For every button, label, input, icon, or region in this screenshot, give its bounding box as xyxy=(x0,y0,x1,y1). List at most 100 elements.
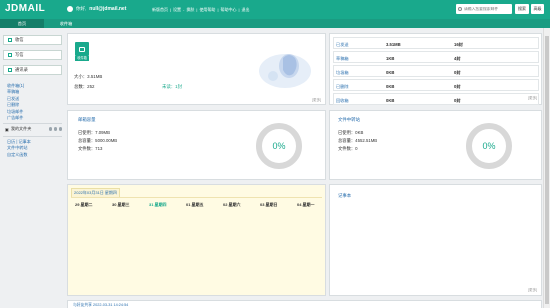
file-quota-percent: 0% xyxy=(482,141,495,151)
tab-bar: 首页 收件箱 xyxy=(0,19,550,28)
tab-home[interactable]: 首页 xyxy=(0,19,44,28)
compose-label: 写信 xyxy=(15,52,24,57)
divider xyxy=(3,123,62,124)
link-settings[interactable]: 设置 xyxy=(173,7,181,13)
notes-panel: 记事本 [更多] xyxy=(329,184,542,296)
stats-more-link[interactable]: [更多] xyxy=(528,96,537,101)
profile-more-link[interactable]: [更多] xyxy=(312,98,321,103)
calendar-day-today[interactable]: 31 星期四 xyxy=(149,202,186,208)
stat-size: 1KB xyxy=(386,55,395,61)
file-quota-title: 文件中转站 xyxy=(338,117,360,122)
file-transfer-link[interactable]: 文件中转站 xyxy=(7,145,31,151)
receive-label: 收信 xyxy=(15,37,24,42)
link-new-home[interactable]: 新版首页 xyxy=(152,7,168,13)
user-info: 你好, null@jdmail.net xyxy=(67,6,126,12)
inbox-summary-panel: 收件箱 大小：3.51MB 总数：252 未读：1封 [更多] xyxy=(67,33,326,105)
notes-more-link[interactable]: [更多] xyxy=(528,288,537,293)
inbox-unread[interactable]: 未读：1封 xyxy=(162,84,182,90)
stat-row[interactable]: 已删除 0KB 0封 xyxy=(333,79,539,91)
greeting: 你好, xyxy=(76,6,87,11)
link-separator: | xyxy=(238,7,240,12)
stat-count: 4封 xyxy=(454,55,461,61)
stat-size: 0KB xyxy=(386,83,395,89)
footer-text: 与好友共享 2022-03-31 14:24:54 xyxy=(73,303,129,307)
stat-row[interactable]: 草稿箱 1KB 4封 xyxy=(333,51,539,63)
app-logo[interactable]: JDMAIL xyxy=(5,3,45,14)
edit-folder-icon[interactable] xyxy=(53,127,57,131)
folder-spam[interactable]: 垃圾邮件 xyxy=(7,109,24,115)
advanced-search-button[interactable]: 高级 xyxy=(531,4,544,14)
link-skin[interactable]: 换肤 xyxy=(186,7,194,13)
quota-title: 邮箱容量 xyxy=(78,117,96,122)
my-folders-row[interactable]: ▣ 我的文件夹 xyxy=(5,126,62,132)
contacts-button[interactable]: 通讯录 xyxy=(3,65,62,75)
file-quota-files: 文件数：0 xyxy=(338,146,358,151)
search-input[interactable] xyxy=(464,7,512,11)
inbox-total: 总数：252 xyxy=(74,84,95,89)
stat-label: 垃圾箱 xyxy=(336,69,349,75)
user-icon xyxy=(67,6,73,12)
calendar-day[interactable]: 30 星期三 xyxy=(112,202,149,208)
my-folders-label: 我的文件夹 xyxy=(10,126,32,131)
folder-icon: ▣ xyxy=(5,126,9,132)
calendar-day[interactable]: 29 星期二 xyxy=(75,202,112,208)
contacts-label: 通讯录 xyxy=(15,67,28,72)
mailbox-quota-ring: 0% xyxy=(256,123,302,169)
quota-used: 已使用：7.09MB xyxy=(78,130,110,135)
folder-ads[interactable]: 广告邮件 xyxy=(7,115,24,121)
scrollbar-thumb[interactable] xyxy=(545,36,549,304)
tab-inbox[interactable]: 收件箱 xyxy=(44,19,88,28)
divider xyxy=(3,136,62,137)
stat-row[interactable]: 垃圾箱 0KB 0封 xyxy=(333,65,539,77)
inbox-badge: 收件箱 xyxy=(75,56,89,61)
header-links: 新版首页 | 设置 - 换肤 | 使用帮助 | 帮助中心 | 退出 xyxy=(152,7,250,13)
file-quota-panel: 文件中转站 已使用：0KB 总容量：4552.51MB 文件数：0 0% xyxy=(329,110,542,180)
scrollbar[interactable] xyxy=(543,28,550,308)
stat-count: 0封 xyxy=(454,83,461,89)
link-logout[interactable]: 退出 xyxy=(242,7,250,13)
footer-panel: 与好友共享 2022-03-31 14:24:54 xyxy=(67,300,542,308)
search-box[interactable] xyxy=(456,4,512,14)
quota-files: 文件数：713 xyxy=(78,146,103,151)
calendar-day[interactable]: 01 星期五 xyxy=(186,202,223,208)
link-separator: | xyxy=(196,7,198,12)
stat-label: 回收箱 xyxy=(336,97,349,103)
calendar-day[interactable]: 03 星期日 xyxy=(260,202,297,208)
stat-size: 0KB xyxy=(386,69,395,75)
stat-row[interactable]: 已发送 3.51MB 16封 xyxy=(333,37,539,49)
link-separator: | xyxy=(217,7,219,12)
link-separator: | xyxy=(170,7,172,12)
stat-count: 0封 xyxy=(454,97,461,103)
extra-list: 日历 | 记事本 文件中转站 自定义函数 xyxy=(7,139,31,158)
file-quota-used: 已使用：0KB xyxy=(338,130,364,135)
mailbox-icon[interactable] xyxy=(75,42,89,56)
link-usage-help[interactable]: 使用帮助 xyxy=(199,7,215,13)
quota-total: 总容量：5000.00MB xyxy=(78,138,118,143)
contacts-icon xyxy=(8,68,12,72)
folder-list: 收件箱(1) 草稿箱 已发送 已删除 垃圾邮件 广告邮件 xyxy=(7,83,24,121)
pencil-icon xyxy=(8,53,12,57)
compose-button[interactable]: 写信 xyxy=(3,50,62,60)
custom-function-link[interactable]: 自定义函数 xyxy=(7,152,31,158)
decoration-illustration-icon xyxy=(259,54,311,88)
notes-title[interactable]: 记事本 xyxy=(338,193,351,199)
refresh-folder-icon[interactable] xyxy=(58,127,62,131)
inbox-icon xyxy=(8,38,12,42)
calendar-week: 29 星期二 30 星期三 31 星期四 01 星期五 02 星期六 03 星期… xyxy=(75,202,334,208)
user-email: null@jdmail.net xyxy=(89,6,127,12)
search-button[interactable]: 搜索 xyxy=(515,4,529,14)
folder-stats-panel: 已发送 3.51MB 16封 草稿箱 1KB 4封 垃圾箱 0KB 0封 已删除… xyxy=(329,33,542,105)
stat-size: 3.51MB xyxy=(386,41,401,47)
link-help-center[interactable]: 帮助中心 xyxy=(220,7,236,13)
top-header: JDMAIL 你好, null@jdmail.net 新版首页 | 设置 - 换… xyxy=(0,0,550,19)
search-icon xyxy=(458,7,462,11)
stat-row[interactable]: 回收箱 0KB 0封 xyxy=(333,93,539,105)
receive-button[interactable]: 收信 xyxy=(3,35,62,45)
stat-label: 已发送 xyxy=(336,41,349,47)
sidebar: 收信 写信 通讯录 收件箱(1) 草稿箱 已发送 已删除 垃圾邮件 广告邮件 ▣… xyxy=(0,28,66,308)
file-quota-ring: 0% xyxy=(466,123,512,169)
calendar-day[interactable]: 02 星期六 xyxy=(223,202,260,208)
add-folder-icon[interactable] xyxy=(48,127,52,131)
stat-count: 0封 xyxy=(454,69,461,75)
divider xyxy=(71,197,322,198)
